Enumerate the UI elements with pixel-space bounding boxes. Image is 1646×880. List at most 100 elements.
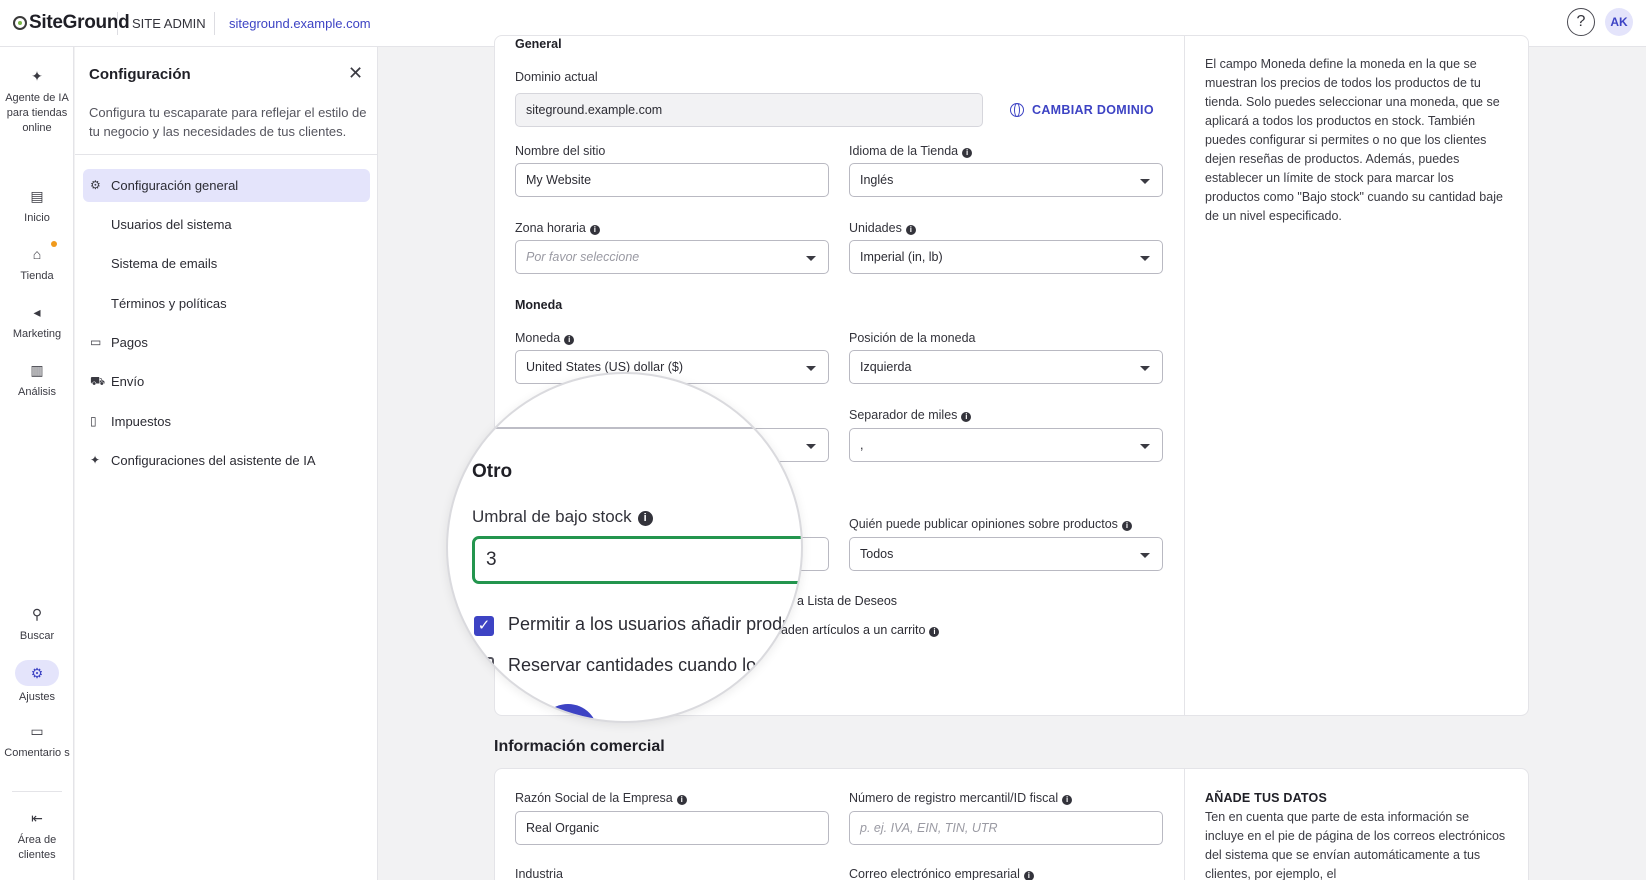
tax-id-label: Número de registro mercantil/ID fiscal i [849,791,1073,805]
units-select[interactable]: Imperial (in, lb) [849,240,1163,274]
currency-label: Moneda i [515,331,575,345]
tax-id-input[interactable]: p. ej. IVA, EIN, TIN, UTR [849,811,1163,845]
left-rail: ✦ Agente de IA para tiendas online ▤ Ini… [0,47,74,880]
wishlist-checkbox[interactable]: ✓ [474,616,494,636]
info-icon[interactable]: i [676,795,687,805]
nav-item-taxes[interactable]: ▯ Impuestos [83,405,370,438]
info-icon[interactable]: i [929,627,940,637]
rail-item-comments[interactable]: ▭ Comentario s [0,722,74,761]
store-language-label: Idioma de la Tienda i [849,144,973,158]
home-icon: ▤ [30,188,44,204]
timezone-select[interactable]: Por favor seleccione [515,240,829,274]
info-icon[interactable]: i [961,412,972,422]
info-icon[interactable]: i [905,225,916,235]
section-other-heading: Otro [472,461,513,482]
rail-item-client-area[interactable]: ⇤ Área de clientes [0,809,74,863]
search-icon: ⚲ [31,606,43,622]
info-icon[interactable]: i [589,225,600,235]
store-language-select[interactable]: Inglés [849,163,1163,197]
domain-field: siteground.example.com [515,93,983,127]
nav-item-ai-settings[interactable]: ✦ Configuraciones del asistente de IA [83,444,370,477]
caret-down-icon [806,366,816,371]
currency-position-select[interactable]: Izquierda [849,350,1163,384]
nav-item-email-system[interactable]: Sistema de emails [83,247,370,280]
help-text: El campo Moneda define la moneda en la q… [1205,57,1503,223]
info-icon[interactable]: i [1121,521,1132,531]
reviews-select[interactable]: Todos [849,537,1163,571]
reserve-checkbox[interactable] [474,657,494,677]
card-icon: ▭ [90,335,102,349]
info-icon[interactable]: i [637,511,653,526]
site-name-input[interactable]: My Website [515,163,829,197]
rail-item-store[interactable]: ⌂ Tienda [0,245,74,284]
rail-item-analytics[interactable]: ▥ Análisis [0,361,74,400]
megaphone-icon: ◂ [33,304,41,320]
caret-down-icon [1140,366,1150,371]
currency-position-label: Posición de la moneda [849,331,976,345]
caret-down-icon [1140,256,1150,261]
low-stock-label: Umbral de bajo stock i [472,507,653,527]
reserve-checkbox-label: ñaden artículos a un carrito i [774,623,940,637]
avatar[interactable]: AK [1605,8,1633,36]
divider [1184,768,1185,880]
globe-icon [1010,103,1024,117]
truck-icon: ⛟ [90,374,106,388]
info-icon[interactable]: i [1062,795,1073,805]
domain-label: Dominio actual [515,70,598,84]
site-admin-label: SITE ADMIN [132,16,206,31]
divider [448,427,758,429]
company-name-label: Razón Social de la Empresa i [515,791,687,805]
info-icon[interactable]: i [962,148,973,158]
rail-item-home[interactable]: ▤ Inicio [0,187,74,226]
section-general-heading: General [515,37,562,51]
exit-icon: ⇤ [31,810,43,826]
caret-down-icon [806,256,816,261]
sparkle-icon: ✦ [90,453,101,467]
sparkle-icon: ✦ [31,68,43,84]
add-data-text: Ten en cuenta que parte de esta informac… [1205,810,1506,880]
reserve-checkbox-text: Reservar cantidades cuando lo [508,655,757,675]
magnifier-lens: Otro Umbral de bajo stock i 3 ✓ Permitir … [446,372,803,723]
info-icon[interactable]: i [1023,871,1034,880]
timezone-label: Zona horaria i [515,221,600,235]
add-data-heading: AÑADE TUS DATOS [1205,791,1327,805]
comment-icon: ▭ [30,723,44,739]
divider [12,791,62,792]
caret-down-icon [806,444,816,449]
rail-item-marketing[interactable]: ◂ Marketing [0,303,74,342]
nav-item-general[interactable]: ⚙ Configuración general [83,169,370,202]
store-icon: ⌂ [32,246,42,262]
siteground-logo[interactable]: SiteGround [13,12,130,34]
nav-item-payments[interactable]: ▭ Pagos [83,326,370,359]
site-url-link[interactable]: siteground.example.com [229,16,371,31]
business-info-heading: Información comercial [494,738,665,755]
divider [117,12,118,35]
gear-icon: ⚙ [90,178,101,192]
thousands-separator-select[interactable]: , [849,428,1163,462]
nav-item-terms[interactable]: Términos y políticas [83,287,370,320]
reviews-label: Quién puede publicar opiniones sobre pro… [849,517,1132,531]
rail-item-ai-agent[interactable]: ✦ Agente de IA para tiendas online [0,67,74,136]
panel-description: Configura tu escaparate para reflejar el… [89,105,367,139]
caret-down-icon [1140,553,1150,558]
rail-item-search[interactable]: ⚲ Buscar [0,605,74,644]
info-icon[interactable]: i [564,335,575,345]
divider [214,12,215,35]
company-name-input[interactable]: Real Organic [515,811,829,845]
rail-item-settings[interactable]: ⚙ Ajustes [0,660,74,705]
caret-down-icon [1140,179,1150,184]
help-button[interactable]: ? [1567,8,1595,36]
close-icon[interactable]: ✕ [348,63,363,84]
change-domain-button[interactable]: CAMBIAR DOMINIO [1010,103,1154,117]
units-label: Unidades i [849,221,916,235]
gear-icon: ⚙ [15,660,59,686]
settings-panel: Configuración ✕ Configura tu escaparate … [75,47,378,880]
low-stock-input-zoomed[interactable]: 3 [472,536,801,584]
notification-dot [51,241,57,247]
thousands-separator-label: Separador de miles i [849,408,972,422]
nav-item-system-users[interactable]: Usuarios del sistema [83,208,370,241]
divider [75,154,378,155]
wishlist-checkbox-label: a Lista de Deseos [797,594,898,608]
analytics-icon: ▥ [30,362,44,378]
nav-item-shipping[interactable]: ⛟ Envío [83,365,370,398]
